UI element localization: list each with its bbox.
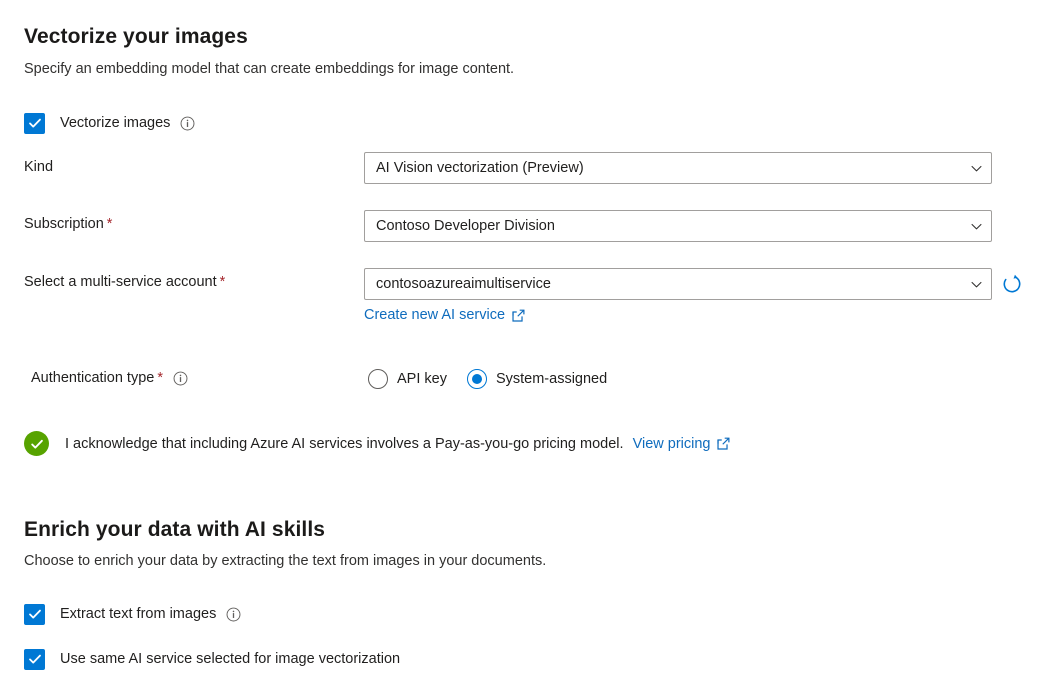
multiservice-account-label: Select a multi-service account bbox=[24, 274, 217, 290]
enrich-section-description: Choose to enrich your data by extracting… bbox=[24, 553, 546, 569]
acknowledgement-text-group: I acknowledge that including Azure AI se… bbox=[65, 436, 730, 452]
subscription-dropdown[interactable]: Contoso Developer Division bbox=[364, 210, 992, 242]
view-pricing-link[interactable]: View pricing bbox=[633, 436, 730, 452]
radio-option-api-key[interactable]: API key bbox=[368, 369, 447, 389]
required-marker: * bbox=[107, 216, 113, 232]
authentication-type-radio-group[interactable]: API key System-assigned bbox=[368, 369, 607, 389]
vectorize-images-label: Vectorize images bbox=[60, 115, 170, 131]
use-same-ai-service-label: Use same AI service selected for image v… bbox=[60, 651, 400, 667]
vectorize-section-title: Vectorize your images bbox=[24, 25, 248, 49]
required-marker: * bbox=[157, 370, 163, 386]
refresh-icon[interactable] bbox=[1000, 272, 1024, 296]
vectorize-images-form: Vectorize your images Specify an embeddi… bbox=[0, 0, 1044, 691]
info-icon[interactable] bbox=[180, 116, 195, 131]
chevron-down-icon bbox=[969, 277, 983, 291]
view-pricing-link-text: View pricing bbox=[633, 436, 711, 452]
kind-dropdown-value: AI Vision vectorization (Preview) bbox=[376, 160, 963, 176]
required-marker: * bbox=[220, 274, 226, 290]
extract-text-checkbox[interactable] bbox=[24, 604, 45, 625]
info-icon[interactable] bbox=[173, 371, 188, 386]
radio-option-system-assigned[interactable]: System-assigned bbox=[467, 369, 607, 389]
create-new-ai-service-link-text: Create new AI service bbox=[364, 307, 505, 323]
subscription-label-group: Subscription * bbox=[24, 216, 112, 232]
radio-label-system-assigned: System-assigned bbox=[496, 371, 607, 387]
use-same-ai-service-checkbox-row[interactable]: Use same AI service selected for image v… bbox=[24, 647, 400, 671]
external-link-icon bbox=[717, 437, 730, 450]
create-new-ai-service-link[interactable]: Create new AI service bbox=[364, 307, 525, 323]
use-same-ai-service-checkbox[interactable] bbox=[24, 649, 45, 670]
extract-text-checkbox-row[interactable]: Extract text from images bbox=[24, 602, 241, 626]
kind-label: Kind bbox=[24, 159, 53, 175]
multiservice-account-label-group: Select a multi-service account * bbox=[24, 274, 225, 290]
acknowledgement-row: I acknowledge that including Azure AI se… bbox=[24, 431, 730, 456]
multiservice-account-dropdown[interactable]: contosoazureaimultiservice bbox=[364, 268, 992, 300]
chevron-down-icon bbox=[969, 219, 983, 233]
vectorize-section-description: Specify an embedding model that can crea… bbox=[24, 61, 514, 77]
kind-dropdown[interactable]: AI Vision vectorization (Preview) bbox=[364, 152, 992, 184]
enrich-section-title: Enrich your data with AI skills bbox=[24, 518, 325, 542]
acknowledgement-text: I acknowledge that including Azure AI se… bbox=[65, 436, 624, 452]
radio-button-api-key[interactable] bbox=[368, 369, 388, 389]
chevron-down-icon bbox=[969, 161, 983, 175]
radio-label-api-key: API key bbox=[397, 371, 447, 387]
subscription-dropdown-value: Contoso Developer Division bbox=[376, 218, 963, 234]
vectorize-images-checkbox-row[interactable]: Vectorize images bbox=[24, 111, 195, 135]
radio-button-system-assigned[interactable] bbox=[467, 369, 487, 389]
info-icon[interactable] bbox=[226, 607, 241, 622]
authentication-type-label-group: Authentication type * bbox=[31, 370, 188, 386]
authentication-type-label: Authentication type bbox=[31, 370, 154, 386]
multiservice-account-dropdown-value: contosoazureaimultiservice bbox=[376, 276, 963, 292]
extract-text-label: Extract text from images bbox=[60, 606, 216, 622]
green-check-circle-icon bbox=[24, 431, 49, 456]
vectorize-images-checkbox[interactable] bbox=[24, 113, 45, 134]
external-link-icon bbox=[512, 309, 525, 322]
subscription-label: Subscription bbox=[24, 216, 104, 232]
radio-dot bbox=[472, 374, 482, 384]
